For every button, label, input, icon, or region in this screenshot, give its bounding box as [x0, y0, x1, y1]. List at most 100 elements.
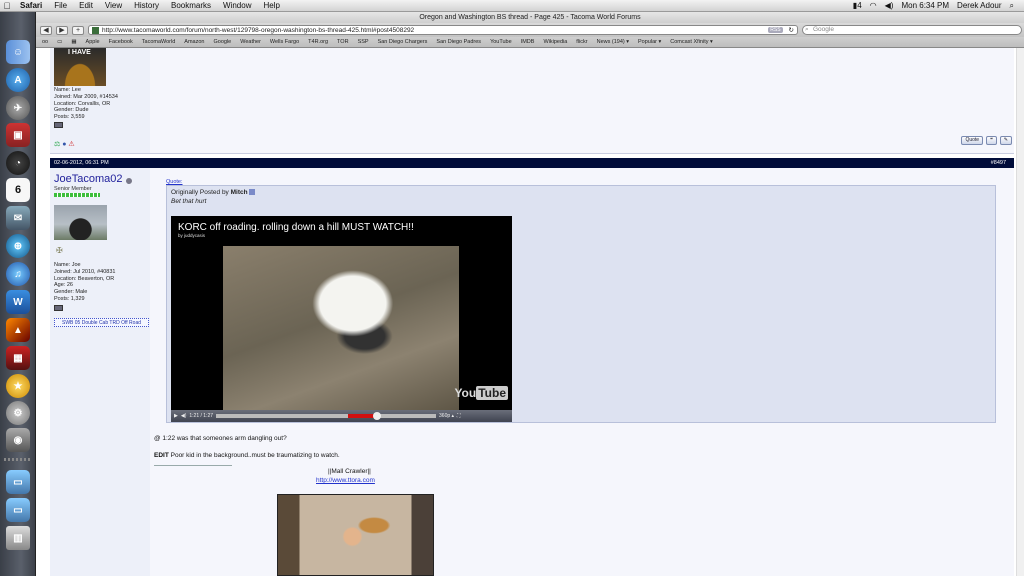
bookmark-t4r[interactable]: T4R.org: [308, 39, 328, 45]
launchpad-icon[interactable]: ✈: [6, 96, 30, 120]
bookmark-facebook[interactable]: Facebook: [109, 39, 133, 45]
volume-icon[interactable]: ◀): [885, 1, 894, 11]
reading-list-icon[interactable]: oo: [42, 39, 48, 45]
multi-quote-icon[interactable]: ❝: [986, 136, 997, 145]
vehicle-signature-link[interactable]: SWB 05 Double Cab TRD Off Road: [54, 318, 149, 327]
video-loaded: [216, 414, 437, 418]
signature-link[interactable]: http://www.ttora.com: [316, 477, 375, 484]
post-username[interactable]: JoeTacoma02: [54, 173, 123, 185]
profile-name: Name: Joe: [54, 262, 81, 268]
prev-avatar-text: I HAVE: [68, 49, 91, 56]
scrollbar[interactable]: [1016, 48, 1024, 576]
add-bookmark-button[interactable]: +: [72, 25, 84, 35]
prev-avatar[interactable]: I HAVE: [54, 48, 106, 86]
clock[interactable]: Mon 6:34 PM: [901, 1, 949, 11]
battery-icon[interactable]: ▮4: [853, 1, 862, 11]
menu-window[interactable]: Window: [217, 1, 257, 10]
fullscreen-icon[interactable]: ⛶: [457, 413, 461, 419]
menu-history[interactable]: History: [128, 1, 165, 10]
video-scrubber[interactable]: [373, 412, 382, 420]
bookmark-wells-fargo[interactable]: Wells Fargo: [270, 39, 299, 45]
user-avatar[interactable]: [54, 205, 107, 240]
system-preferences-icon[interactable]: ⚙: [6, 401, 30, 425]
bookmark-weather[interactable]: Weather: [240, 39, 261, 45]
menu-edit[interactable]: Edit: [73, 1, 99, 10]
photo-booth-icon[interactable]: ▣: [6, 123, 30, 147]
safari-icon[interactable]: ⊕: [6, 234, 30, 258]
reputation-icon[interactable]: ⚖: [54, 141, 60, 148]
bookmarks-book-icon[interactable]: ▭: [57, 39, 62, 45]
menu-file[interactable]: File: [48, 1, 73, 10]
quote-button[interactable]: Quote: [961, 136, 984, 145]
video-title[interactable]: KORC off roading. rolling down a hill MU…: [178, 222, 414, 233]
menu-help[interactable]: Help: [257, 1, 285, 10]
word-icon[interactable]: W: [6, 290, 30, 314]
rss-button[interactable]: RSS: [768, 27, 783, 33]
finder-icon[interactable]: ☺: [6, 40, 30, 64]
user-name[interactable]: Derek Adour: [957, 1, 1001, 11]
apple-icon[interactable]: : [0, 1, 14, 11]
search-placeholder: Google: [813, 26, 834, 33]
post-number-link[interactable]: #8497: [991, 158, 1006, 168]
volume-icon[interactable]: ◀): [181, 413, 187, 419]
bookmark-padres[interactable]: San Diego Padres: [436, 39, 481, 45]
prev-post-icons: ⚖ ● ⚠: [54, 140, 75, 148]
browser-toolbar: ◀ ▶ + http://www.tacomaworld.com/forum/n…: [36, 23, 1024, 37]
online-status-icon[interactable]: ●: [62, 141, 66, 148]
bookmark-tor[interactable]: TOR: [337, 39, 349, 45]
iphoto-icon[interactable]: ▲: [6, 318, 30, 342]
bookmark-news[interactable]: News (194) ▾: [597, 39, 629, 45]
profile-posts: Posts: 1,329: [54, 295, 85, 302]
bookmark-apple[interactable]: Apple: [86, 39, 100, 45]
search-field[interactable]: ⌕ Google: [802, 25, 1022, 35]
bookmark-youtube[interactable]: YouTube: [490, 39, 512, 45]
reload-icon[interactable]: ↻: [786, 26, 797, 34]
bookmark-wikipedia[interactable]: Wikipedia: [543, 39, 567, 45]
wifi-icon[interactable]: ◠: [870, 1, 877, 11]
youtube-logo[interactable]: You Tube: [454, 386, 508, 400]
bookmark-comcast[interactable]: Comcast Xfinity ▾: [670, 39, 713, 45]
imovie-icon[interactable]: ★: [6, 374, 30, 398]
top-sites-icon[interactable]: ▦: [71, 39, 76, 45]
prev-profile-posts: Posts: 3,559: [54, 114, 85, 121]
bookmark-amazon[interactable]: Amazon: [184, 39, 204, 45]
photo-icon[interactable]: ▦: [6, 346, 30, 370]
bookmark-imdb[interactable]: IMDB: [521, 39, 535, 45]
bookmark-google[interactable]: Google: [213, 39, 231, 45]
view-post-icon[interactable]: [249, 189, 256, 196]
report-post-icon[interactable]: ⚠: [68, 141, 74, 148]
prev-post-buttons: Quote ❝ ✎: [961, 136, 1012, 145]
quote-text: Bet that hurt: [171, 198, 207, 205]
spotlight-icon[interactable]: ⌕: [1010, 1, 1014, 11]
url-text: http://www.tacomaworld.com/forum/north-w…: [102, 26, 415, 34]
address-bar[interactable]: http://www.tacomaworld.com/forum/north-w…: [88, 25, 798, 35]
facetime-icon[interactable]: ◉: [6, 428, 30, 452]
applications-icon[interactable]: ▭: [6, 470, 30, 494]
menu-bookmarks[interactable]: Bookmarks: [165, 1, 217, 10]
back-button[interactable]: ◀: [40, 25, 52, 35]
menu-view[interactable]: View: [99, 1, 128, 10]
forward-button[interactable]: ▶: [56, 25, 68, 35]
video-progress-bar[interactable]: [216, 412, 437, 420]
signature-image: [277, 494, 434, 576]
trash-icon[interactable]: ▥: [6, 526, 30, 550]
ical-icon[interactable]: 6: [6, 178, 30, 202]
quick-reply-icon[interactable]: ✎: [999, 136, 1012, 145]
bookmark-chargers[interactable]: San Diego Chargers: [378, 39, 428, 45]
menu-safari[interactable]: Safari: [14, 1, 48, 10]
bookmark-ssp[interactable]: SSP: [358, 39, 369, 45]
ical-day: 6: [14, 184, 22, 196]
documents-icon[interactable]: ▭: [6, 498, 30, 522]
app-store-icon[interactable]: A: [6, 68, 30, 92]
youtube-video-player[interactable]: KORC off roading. rolling down a hill MU…: [171, 216, 512, 422]
bookmark-tacomaworld[interactable]: TacomaWorld: [142, 39, 176, 45]
bookmark-flickr[interactable]: flickr: [576, 39, 587, 45]
mail-icon[interactable]: ✉: [6, 206, 30, 230]
prev-profile-gender: Gender: Dude: [54, 107, 89, 114]
dashboard-icon[interactable]: ◔: [6, 151, 30, 175]
play-icon[interactable]: ▶: [174, 413, 178, 419]
bookmark-popular[interactable]: Popular ▾: [638, 39, 661, 45]
video-quality[interactable]: 360p ▴: [439, 413, 454, 419]
itunes-icon[interactable]: ♫: [6, 262, 30, 286]
post-date: 02-06-2012, 06:31 PM: [54, 160, 109, 166]
